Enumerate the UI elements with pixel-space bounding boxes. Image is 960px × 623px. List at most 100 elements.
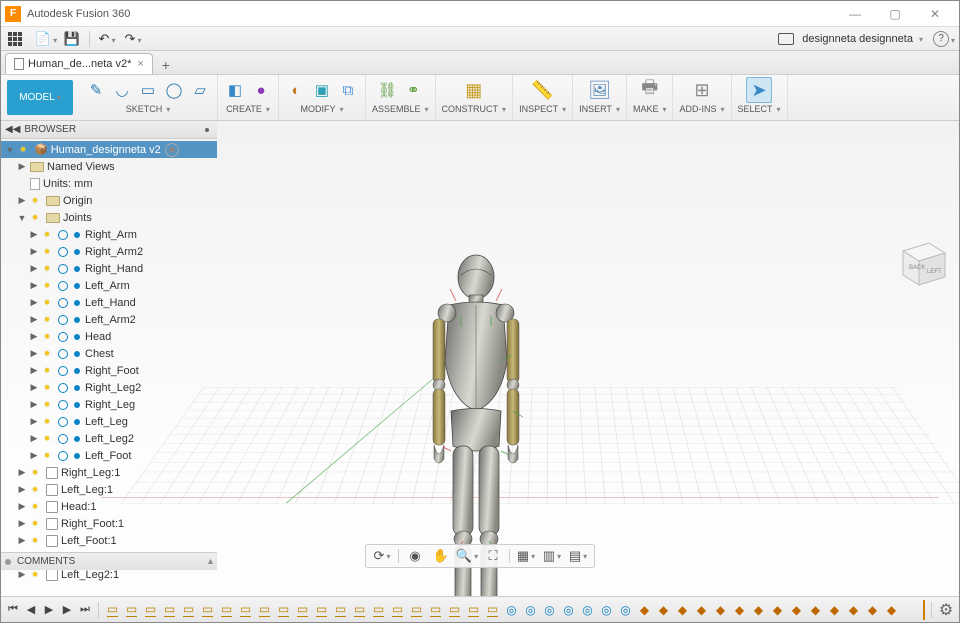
history-feature-icon[interactable] <box>826 601 843 618</box>
visibility-bulb-icon[interactable] <box>41 229 53 241</box>
tree-joint-right_foot[interactable]: Right_Foot <box>1 362 217 379</box>
visibility-bulb-icon[interactable] <box>41 416 53 428</box>
tree-component-head-1[interactable]: Head:1 <box>1 498 217 515</box>
timeline-prev-button[interactable]: ◀ <box>23 601 39 619</box>
history-sketch-icon[interactable] <box>446 601 463 618</box>
tree-root[interactable]: 📦Human_designneta v2 <box>1 141 217 158</box>
visibility-bulb-icon[interactable] <box>41 382 53 394</box>
pan-button[interactable]: ✋ <box>431 547 451 565</box>
fillet-icon[interactable]: ◐ <box>285 79 307 101</box>
tree-joint-left_hand[interactable]: Left_Hand <box>1 294 217 311</box>
history-feature-icon[interactable] <box>712 601 729 618</box>
expand-icon[interactable] <box>29 348 39 359</box>
display-settings-button[interactable]: ▦ <box>516 547 536 565</box>
history-joint-icon[interactable] <box>579 601 596 618</box>
window-maximize-button[interactable]: ▢ <box>875 2 915 26</box>
look-at-button[interactable]: ◉ <box>405 547 425 565</box>
expand-icon[interactable] <box>5 145 15 155</box>
history-joint-icon[interactable] <box>503 601 520 618</box>
ribbon-label-construct[interactable]: CONSTRUCT <box>442 104 507 114</box>
visibility-bulb-icon[interactable] <box>41 314 53 326</box>
visibility-bulb-icon[interactable] <box>41 246 53 258</box>
workspace-switcher[interactable]: MODEL <box>7 80 73 115</box>
history-sketch-icon[interactable] <box>180 601 197 618</box>
history-sketch-icon[interactable] <box>275 601 292 618</box>
expand-icon[interactable] <box>29 433 39 444</box>
history-feature-icon[interactable] <box>864 601 881 618</box>
visibility-bulb-icon[interactable] <box>41 331 53 343</box>
orbit-button[interactable]: ⟳ <box>372 547 392 565</box>
help-button[interactable]: ? <box>933 31 949 47</box>
timeline-last-button[interactable]: ⏭ <box>77 601 93 619</box>
expand-icon[interactable] <box>29 314 39 325</box>
addin-icon[interactable]: ⊞ <box>689 77 715 103</box>
history-feature-icon[interactable] <box>845 601 862 618</box>
chat-icon[interactable] <box>778 33 794 45</box>
tree-joint-right_arm[interactable]: Right_Arm <box>1 226 217 243</box>
joint-icon[interactable]: ⛓ <box>376 79 398 101</box>
contact-icon[interactable]: ⚭ <box>402 79 424 101</box>
timeline-first-button[interactable]: ⏮ <box>5 601 21 619</box>
ribbon-label-sketch[interactable]: SKETCH <box>126 104 171 114</box>
tree-item-joints[interactable]: Joints <box>1 209 217 226</box>
expand-icon[interactable] <box>17 569 27 580</box>
history-sketch-icon[interactable] <box>408 601 425 618</box>
history-feature-icon[interactable] <box>693 601 710 618</box>
tree-item-named-views[interactable]: Named Views <box>1 158 217 175</box>
expand-icon[interactable] <box>29 416 39 427</box>
timeline-play-button[interactable]: ▶ <box>41 601 57 619</box>
history-sketch-icon[interactable] <box>370 601 387 618</box>
box-icon[interactable]: ◧ <box>224 79 246 101</box>
user-menu[interactable]: designneta designneta <box>802 33 923 45</box>
history-sketch-icon[interactable] <box>161 601 178 618</box>
history-feature-icon[interactable] <box>731 601 748 618</box>
fit-button[interactable]: ⛶ <box>483 547 503 565</box>
circle-icon[interactable]: ◯ <box>163 79 185 101</box>
ribbon-label-assemble[interactable]: ASSEMBLE <box>372 104 429 114</box>
timeline-marker[interactable] <box>923 600 925 620</box>
history-feature-icon[interactable] <box>674 601 691 618</box>
expand-icon[interactable] <box>29 229 39 240</box>
history-feature-icon[interactable] <box>655 601 672 618</box>
timeline-history-strip[interactable] <box>104 601 920 618</box>
expand-icon[interactable] <box>29 450 39 461</box>
visibility-bulb-icon[interactable] <box>29 569 41 581</box>
expand-icon[interactable] <box>29 280 39 291</box>
history-sketch-icon[interactable] <box>218 601 235 618</box>
history-sketch-icon[interactable] <box>484 601 501 618</box>
tree-joint-right_leg[interactable]: Right_Leg <box>1 396 217 413</box>
data-panel-button[interactable] <box>5 29 25 49</box>
browser-header[interactable]: ◀◀ BROWSER <box>1 121 217 139</box>
redo-button[interactable]: ↷ <box>121 29 145 49</box>
visibility-bulb-icon[interactable] <box>29 212 41 224</box>
ribbon-label-select[interactable]: SELECT <box>738 104 781 114</box>
history-sketch-icon[interactable] <box>427 601 444 618</box>
browser-tree[interactable]: 📦Human_designneta v2Named ViewsUnits: mm… <box>1 139 217 596</box>
history-sketch-icon[interactable] <box>465 601 482 618</box>
tree-item-origin[interactable]: Origin <box>1 192 217 209</box>
tree-component-right-foot-1[interactable]: Right_Foot:1 <box>1 515 217 532</box>
expand-icon[interactable] <box>29 263 39 274</box>
pencil-square-icon[interactable]: ✎ <box>85 79 107 101</box>
tree-joint-right_arm2[interactable]: Right_Arm2 <box>1 243 217 260</box>
tree-item-units-mm[interactable]: Units: mm <box>1 175 217 192</box>
visibility-bulb-icon[interactable] <box>41 348 53 360</box>
expand-icon[interactable] <box>29 365 39 376</box>
expand-icon[interactable] <box>29 399 39 410</box>
ribbon-label-insert[interactable]: INSERT <box>579 104 620 114</box>
image-icon[interactable]: 🖼 <box>587 77 613 103</box>
ribbon-label-modify[interactable]: MODIFY <box>300 104 343 114</box>
history-sketch-icon[interactable] <box>332 601 349 618</box>
expand-icon[interactable] <box>17 195 27 206</box>
visibility-bulb-icon[interactable] <box>41 365 53 377</box>
cursor-icon[interactable]: ➤ <box>746 77 772 103</box>
expand-icon[interactable] <box>17 467 27 478</box>
view-cube[interactable]: BACK LEFT <box>891 229 941 279</box>
tab-close-button[interactable]: × <box>137 58 143 70</box>
measure-icon[interactable]: 📏 <box>530 77 556 103</box>
ribbon-label-make[interactable]: MAKE <box>633 104 667 114</box>
visibility-bulb-icon[interactable] <box>17 144 29 156</box>
history-feature-icon[interactable] <box>807 601 824 618</box>
visibility-bulb-icon[interactable] <box>29 484 41 496</box>
timeline-settings-button[interactable]: ⚙ <box>937 601 955 619</box>
